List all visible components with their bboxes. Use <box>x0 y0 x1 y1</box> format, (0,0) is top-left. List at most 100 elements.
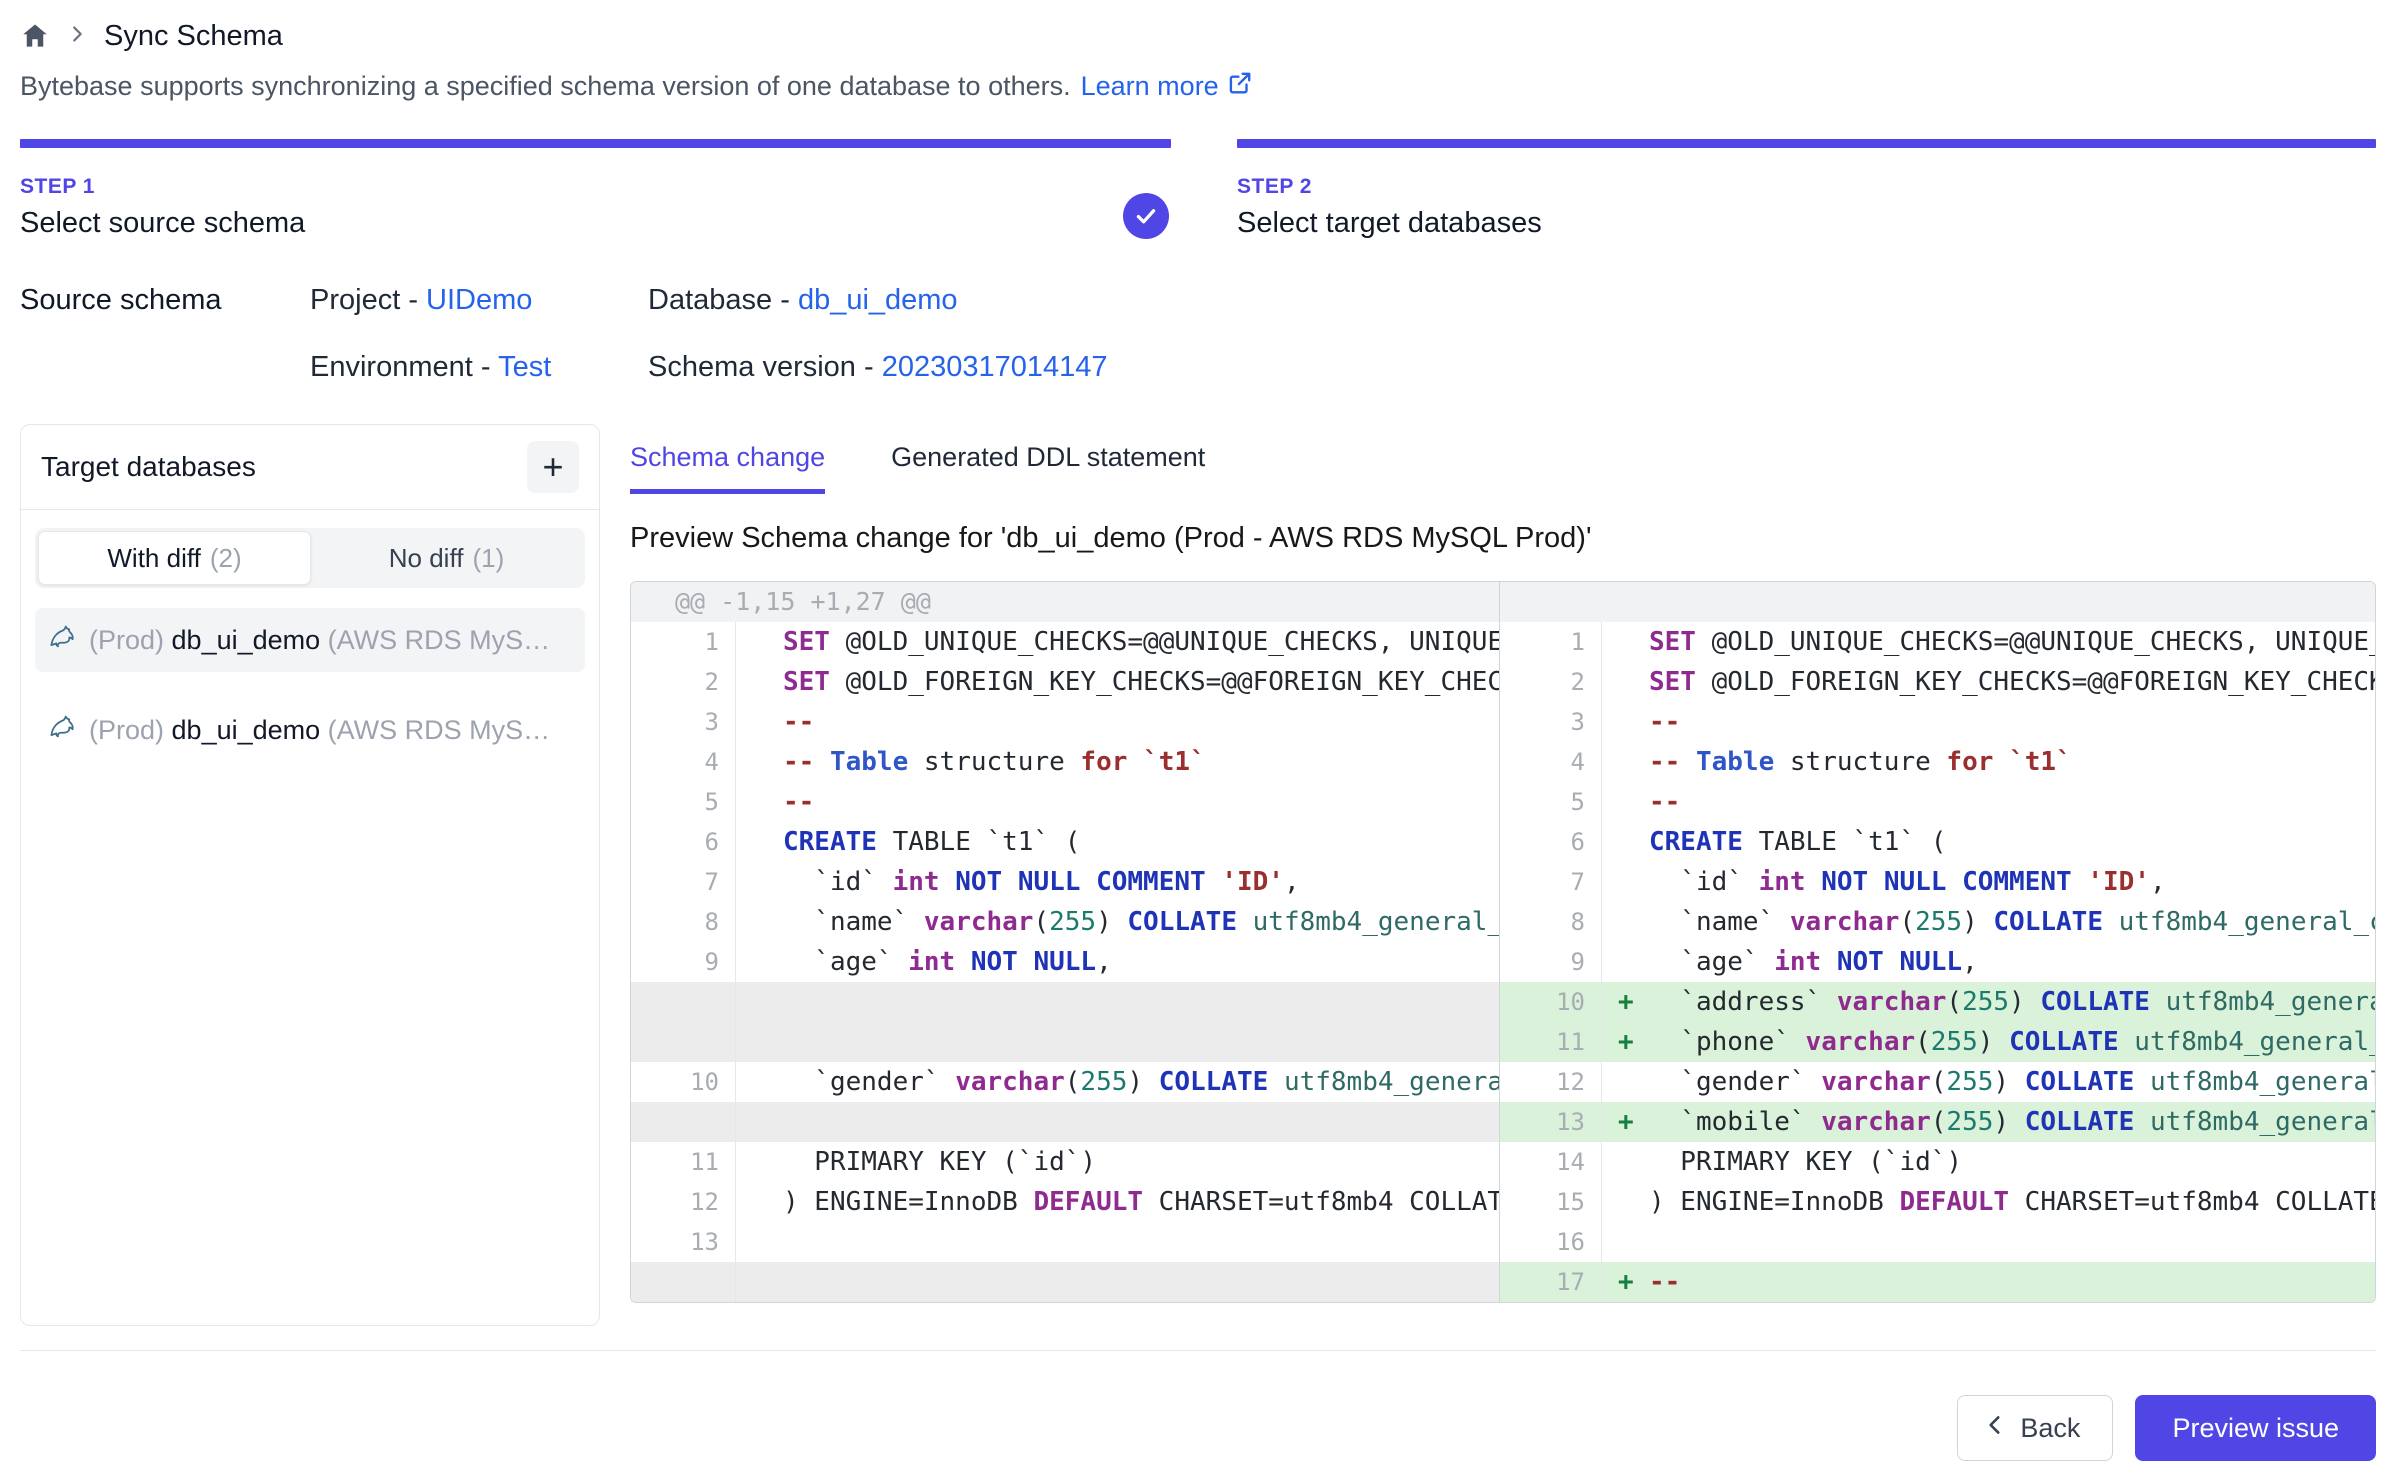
target-databases-title: Target databases <box>41 451 256 483</box>
diff-line-number: 1 <box>1499 622 1601 662</box>
diff-code-line: `id` int NOT NULL COMMENT 'ID', <box>1601 862 2375 902</box>
project-field: Project - UIDemo <box>310 284 648 317</box>
diff-line-number: 14 <box>1499 1142 1601 1182</box>
diff-code-line: SET @OLD_UNIQUE_CHECKS=@@UNIQUE_CHECKS, … <box>735 622 1499 662</box>
target-databases-panel: Target databases + With diff(2) No diff(… <box>20 424 600 1326</box>
diff-code-line: CREATE TABLE `t1` ( <box>1601 822 2375 862</box>
diff-hunk-header: @@ -1,15 +1,27 @@ <box>631 582 1499 622</box>
diff-code-line: PRIMARY KEY (`id`) <box>1601 1142 2375 1182</box>
intro-text-row: Bytebase supports synchronizing a specif… <box>20 70 2376 103</box>
diff-line-number: 12 <box>631 1182 735 1222</box>
diff-line-number: 16 <box>1499 1222 1601 1262</box>
diff-code-line: SET @OLD_FOREIGN_KEY_CHECKS=@@FOREIGN_KE… <box>735 662 1499 702</box>
diff-code-line: `gender` varchar(255) COLLATE utf8mb4_ge… <box>735 1062 1499 1102</box>
database-list-item[interactable]: (Prod) db_ui_demo (AWS RDS MyS… <box>35 698 585 762</box>
schema-version-link[interactable]: 20230317014147 <box>882 351 1108 383</box>
diff-line-number: 4 <box>1499 742 1601 782</box>
diff-code-line: `age` int NOT NULL, <box>735 942 1499 982</box>
schema-diff-viewer[interactable]: @@ -1,15 +1,27 @@1SET @OLD_UNIQUE_CHECKS… <box>630 581 2376 1303</box>
diff-added-line: + `address` varchar(255) COLLATE utf8mb4… <box>1601 982 2375 1022</box>
database-list-item[interactable]: (Prod) db_ui_demo (AWS RDS MyS… <box>35 608 585 672</box>
diff-added-marker: + <box>1618 982 1649 1022</box>
learn-more-link[interactable]: Learn more <box>1081 70 1253 103</box>
tab-generated-ddl[interactable]: Generated DDL statement <box>891 442 1205 494</box>
diff-line-number: 1 <box>631 622 735 662</box>
diff-code-line: ) ENGINE=InnoDB DEFAULT CHARSET=utf8mb4 … <box>1601 1182 2375 1222</box>
diff-placeholder-line <box>735 982 1499 1022</box>
diff-code-line: SET @OLD_UNIQUE_CHECKS=@@UNIQUE_CHECKS, … <box>1601 622 2375 662</box>
diff-added-marker: + <box>1618 1102 1649 1142</box>
diff-code-line <box>1601 1222 2375 1262</box>
diff-code-line: `name` varchar(255) COLLATE utf8mb4_gene… <box>735 902 1499 942</box>
environment-link[interactable]: Test <box>498 351 551 383</box>
diff-line-number: 9 <box>631 942 735 982</box>
diff-placeholder-gutter <box>631 1022 735 1062</box>
diff-line-number: 4 <box>631 742 735 782</box>
diff-placeholder-gutter <box>631 1262 735 1302</box>
home-icon[interactable] <box>20 21 50 51</box>
database-link[interactable]: db_ui_demo <box>798 284 958 316</box>
step-1-complete-icon <box>1123 193 1169 239</box>
diff-line-number: 10 <box>631 1062 735 1102</box>
tab-no-diff[interactable]: No diff(1) <box>311 531 582 585</box>
step-2: STEP 2 Select target databases <box>1237 139 2376 240</box>
project-link[interactable]: UIDemo <box>426 284 532 316</box>
tab-with-diff[interactable]: With diff(2) <box>38 531 311 585</box>
diff-code-line: SET @OLD_FOREIGN_KEY_CHECKS=@@FOREIGN_KE… <box>1601 662 2375 702</box>
diff-line-number: 7 <box>631 862 735 902</box>
diff-line-number: 15 <box>1499 1182 1601 1222</box>
diff-filter-tabs: With diff(2) No diff(1) <box>35 528 585 588</box>
diff-code-line: `gender` varchar(255) COLLATE utf8mb4_ge… <box>1601 1062 2375 1102</box>
diff-line-number: 2 <box>1499 662 1601 702</box>
diff-code-line: -- <box>1601 702 2375 742</box>
step-2-title: Select target databases <box>1237 207 2376 240</box>
page-title: Sync Schema <box>104 20 283 53</box>
diff-code-line: -- Table structure for `t1` <box>1601 742 2375 782</box>
diff-added-line: + `phone` varchar(255) COLLATE utf8mb4_g… <box>1601 1022 2375 1062</box>
diff-line-number: 13 <box>631 1222 735 1262</box>
diff-placeholder-line <box>735 1022 1499 1062</box>
diff-code-line: CREATE TABLE `t1` ( <box>735 822 1499 862</box>
preview-section: Schema change Generated DDL statement Pr… <box>630 424 2376 1303</box>
source-schema-section: Source schema Project - UIDemo Environme… <box>20 284 2376 384</box>
step-2-label: STEP 2 <box>1237 175 2376 199</box>
diff-added-marker: + <box>1618 1022 1649 1062</box>
diff-line-number: 3 <box>631 702 735 742</box>
diff-line-number: 6 <box>1499 822 1601 862</box>
diff-line-number: 10 <box>1499 982 1601 1022</box>
diff-line-number: 5 <box>1499 782 1601 822</box>
diff-placeholder-gutter <box>631 1102 735 1142</box>
with-diff-count: (2) <box>210 543 242 574</box>
footer-divider <box>20 1350 2376 1351</box>
tab-schema-change[interactable]: Schema change <box>630 442 825 494</box>
add-target-database-button[interactable]: + <box>527 441 579 493</box>
diff-code-line: `id` int NOT NULL COMMENT 'ID', <box>735 862 1499 902</box>
sync-schema-page: Sync Schema Bytebase supports synchroniz… <box>0 0 2396 1480</box>
diff-line-number: 11 <box>631 1142 735 1182</box>
step-2-bar <box>1237 139 2376 148</box>
diff-placeholder-line <box>735 1102 1499 1142</box>
diff-added-marker: + <box>1618 1262 1649 1302</box>
target-database-list: (Prod) db_ui_demo (AWS RDS MyS… (Prod) d… <box>35 608 585 762</box>
diff-line-number: 2 <box>631 662 735 702</box>
step-1-label: STEP 1 <box>20 175 1171 199</box>
diff-code-line: `name` varchar(255) COLLATE utf8mb4_gene… <box>1601 902 2375 942</box>
schema-version-field: Schema version - 20230317014147 <box>648 351 1108 384</box>
step-1-title: Select source schema <box>20 207 1171 240</box>
diff-added-line: + `mobile` varchar(255) COLLATE utf8mb4_… <box>1601 1102 2375 1142</box>
back-button[interactable]: Back <box>1957 1395 2113 1461</box>
diff-line-number: 8 <box>631 902 735 942</box>
diff-code-line: -- Table structure for `t1` <box>735 742 1499 782</box>
diff-code-line: PRIMARY KEY (`id`) <box>735 1142 1499 1182</box>
stepper: STEP 1 Select source schema STEP 2 Selec… <box>20 139 2376 240</box>
diff-line-number: 8 <box>1499 902 1601 942</box>
diff-line-number: 5 <box>631 782 735 822</box>
preview-issue-button[interactable]: Preview issue <box>2135 1395 2376 1461</box>
diff-line-number: 9 <box>1499 942 1601 982</box>
mysql-icon <box>47 712 77 749</box>
preview-title: Preview Schema change for 'db_ui_demo (P… <box>630 522 2376 555</box>
diff-added-line: +-- <box>1601 1262 2375 1302</box>
diff-line-number: 7 <box>1499 862 1601 902</box>
chevron-right-icon <box>66 23 88 50</box>
diff-code-line <box>735 1222 1499 1262</box>
